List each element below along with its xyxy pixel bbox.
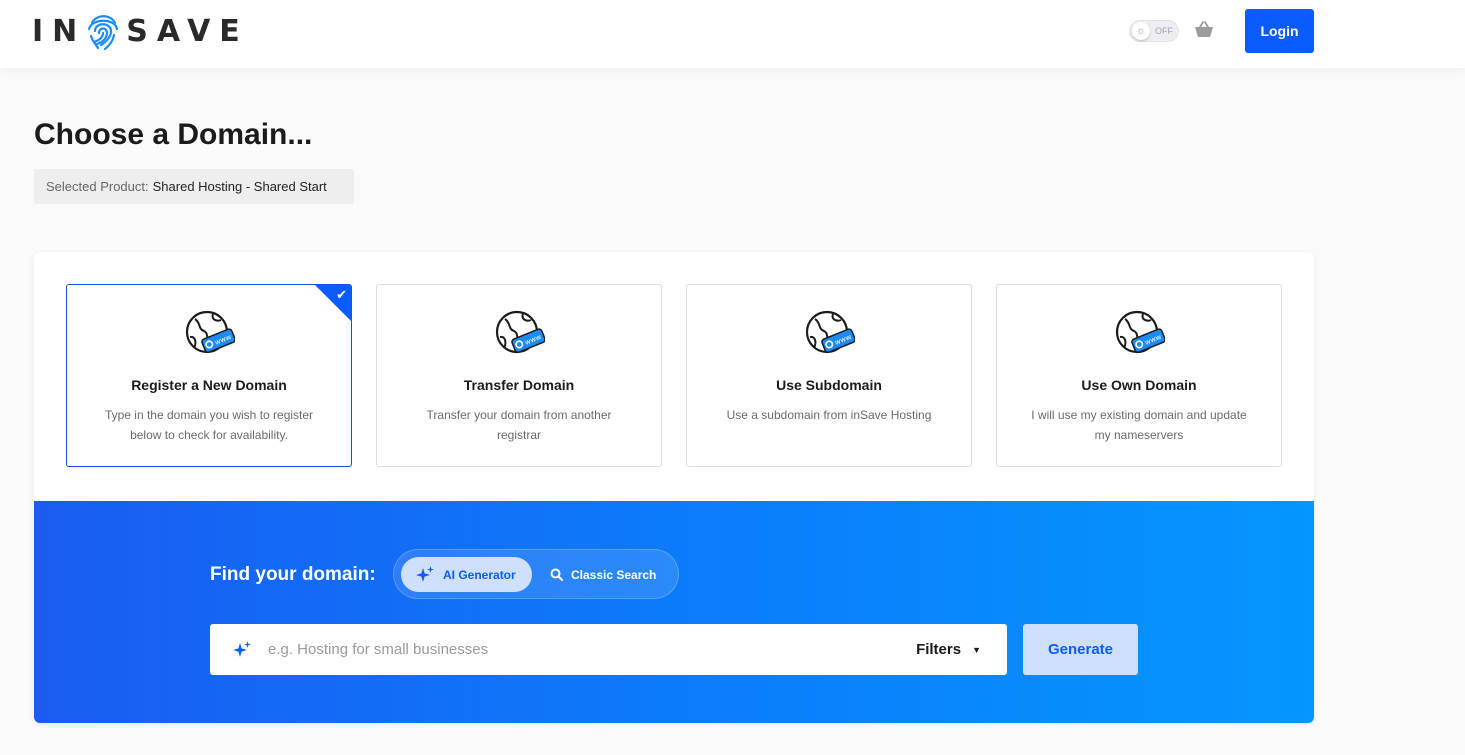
filters-dropdown[interactable]: Filters ▼ [916, 624, 981, 675]
option-transfer-domain[interactable]: www Transfer Domain Transfer your domain… [376, 284, 662, 467]
option-register-domain[interactable]: www Register a New Domain Type in the do… [66, 284, 352, 467]
classic-search-label: Classic Search [571, 567, 657, 582]
ai-generator-tab[interactable]: AI Generator [401, 557, 532, 592]
option-use-subdomain[interactable]: www Use Subdomain Use a subdomain from i… [686, 284, 972, 467]
generate-button[interactable]: Generate [1023, 624, 1138, 675]
globe-www-icon: www [805, 310, 855, 354]
login-button[interactable]: Login [1245, 9, 1314, 53]
top-header: IN SAVE ☼ OFF Login [0, 0, 1465, 68]
option-title: Use Own Domain [1081, 377, 1197, 393]
fingerprint-logo-icon [88, 15, 119, 51]
search-mode-switch: AI Generator Classic Search [393, 549, 679, 599]
option-description: I will use my existing domain and update… [1031, 408, 1247, 442]
brand-logo[interactable]: IN SAVE [32, 9, 249, 53]
globe-www-icon: www [495, 310, 545, 354]
checkmark-icon: ✔ [336, 287, 347, 302]
classic-search-tab[interactable]: Classic Search [550, 557, 674, 592]
cart-icon[interactable] [1193, 20, 1215, 42]
option-use-own-domain[interactable]: www Use Own Domain I will use my existin… [996, 284, 1282, 467]
selected-product-value: Shared Hosting - Shared Start [152, 179, 327, 194]
globe-www-icon: www [185, 310, 235, 354]
option-description: Transfer your domain from another regist… [426, 408, 612, 442]
logo-text-right: SAVE [126, 13, 249, 49]
sparkle-icon [233, 641, 251, 657]
sparkle-icon [415, 565, 435, 585]
domain-search-input[interactable] [268, 624, 868, 675]
domain-options-card: www Register a New Domain Type in the do… [34, 252, 1314, 723]
search-icon [550, 568, 563, 581]
domain-search-band: Find your domain: AI Generator Classic S… [34, 501, 1314, 723]
theme-toggle[interactable]: ☼ OFF [1129, 20, 1179, 42]
selected-product-box: Selected Product: Shared Hosting - Share… [34, 169, 354, 204]
option-title: Transfer Domain [463, 377, 575, 393]
option-title: Register a New Domain [131, 377, 287, 393]
find-domain-label: Find your domain: [210, 564, 376, 585]
selected-product-label: Selected Product: [46, 179, 149, 194]
sun-icon: ☼ [1132, 22, 1150, 40]
page-title: Choose a Domain... [34, 118, 313, 151]
filters-label: Filters [916, 641, 962, 658]
option-description: Type in the domain you wish to register … [104, 408, 314, 442]
option-description: Use a subdomain from inSave Hosting [726, 408, 932, 422]
option-title: Use Subdomain [776, 377, 882, 393]
theme-toggle-label: OFF [1155, 26, 1173, 36]
caret-down-icon: ▼ [972, 644, 981, 655]
ai-generator-label: AI Generator [443, 567, 516, 582]
logo-text-left: IN [32, 13, 87, 49]
domain-search-field: Filters ▼ [210, 624, 1007, 675]
globe-www-icon: www [1115, 310, 1165, 354]
